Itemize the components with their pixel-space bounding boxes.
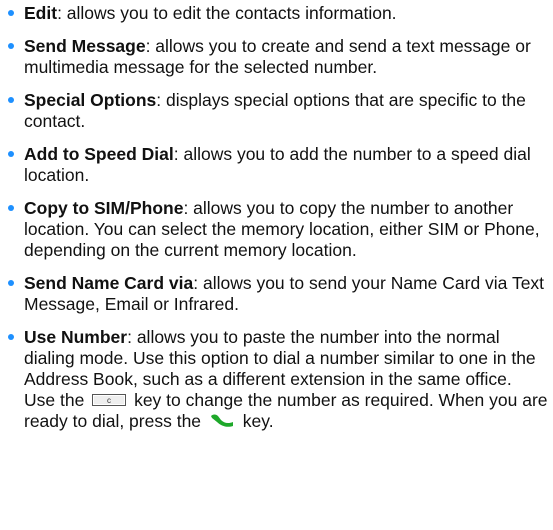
item-description: : allows you to edit the contacts inform… [57,3,397,23]
list-item-send-message: Send Message: allows you to create and s… [8,36,548,78]
note-text-before-clear: Use the [24,390,85,410]
item-term: Add to Speed Dial [24,144,174,164]
item-term: Send Name Card via [24,273,194,293]
use-number-note: Use the c key to change the number as re… [24,390,548,432]
list-item-edit: Edit: allows you to edit the contacts in… [8,3,548,24]
clear-key-icon: c [92,394,127,407]
bullet-icon [8,334,14,340]
bullet-icon [8,97,14,103]
options-list: Edit: allows you to edit the contacts in… [8,3,548,432]
list-item-copy-to-sim-phone: Copy to SIM/Phone: allows you to copy th… [8,198,548,261]
item-term: Use Number [24,327,128,347]
bullet-icon [8,151,14,157]
item-term: Copy to SIM/Phone [24,198,184,218]
bullet-icon [8,205,14,211]
item-term: Special Options [24,90,157,110]
list-item-send-name-card-via: Send Name Card via: allows you to send y… [8,273,548,315]
list-item-add-to-speed-dial: Add to Speed Dial: allows you to add the… [8,144,548,186]
item-term: Send Message [24,36,146,56]
list-item-special-options: Special Options: displays special option… [8,90,548,132]
item-term: Edit [24,3,58,23]
send-key-icon [210,414,233,428]
bullet-icon [8,43,14,49]
note-text-after-send: key. [242,411,274,431]
bullet-icon [8,280,14,286]
bullet-icon [8,10,14,16]
list-item-use-number: Use Number: allows you to paste the numb… [8,327,548,432]
svg-text:c: c [107,396,111,405]
